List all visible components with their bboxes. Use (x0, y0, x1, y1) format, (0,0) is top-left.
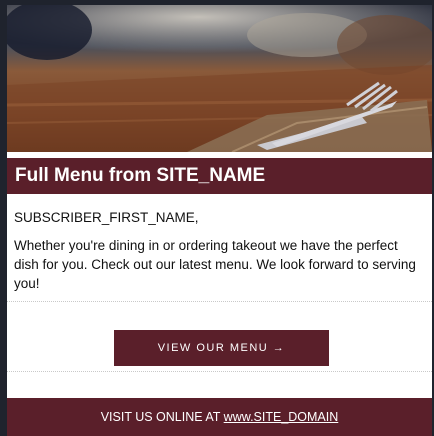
banner-title: Full Menu from SITE_NAME (7, 158, 432, 194)
body-text: Whether you're dining in or ordering tak… (14, 238, 416, 291)
footer-prefix: VISIT US ONLINE AT (100, 410, 224, 424)
divider-bottom (7, 371, 432, 372)
email-frame: Full Menu from SITE_NAME SUBSCRIBER_FIRS… (7, 5, 432, 436)
greeting-text: SUBSCRIBER_FIRST_NAME, (14, 210, 199, 225)
site-domain-link[interactable]: www.SITE_DOMAIN (224, 410, 339, 424)
cta-area: VIEW OUR MENU → (7, 330, 432, 370)
hero-photo (7, 5, 432, 152)
divider-top (7, 301, 432, 302)
footer: VISIT US ONLINE AT www.SITE_DOMAIN (7, 398, 432, 436)
view-menu-button[interactable]: VIEW OUR MENU → (114, 330, 329, 366)
hero-image (7, 5, 432, 152)
